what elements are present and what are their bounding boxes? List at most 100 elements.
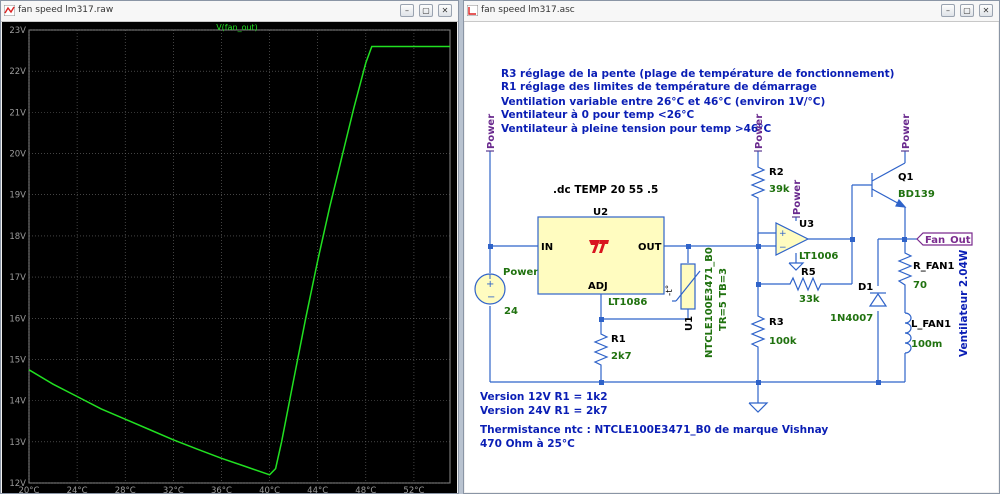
thermistor-ref[interactable]: U1 bbox=[684, 316, 695, 331]
lfan-value[interactable]: 100m bbox=[911, 339, 942, 350]
transistor-q1[interactable] bbox=[871, 162, 907, 208]
thermistor-symbol-text: -t° bbox=[665, 285, 675, 296]
waveform-window: fan speed lm317.raw – ▢ ✕ 12V 13V 14V 15V 16… bbox=[0, 0, 459, 494]
opamp-minus: − bbox=[779, 243, 787, 253]
y-tick-label[interactable]: 16V bbox=[9, 314, 26, 324]
thermistor-symbol[interactable] bbox=[672, 263, 701, 310]
power-flag-label[interactable]: Power bbox=[792, 180, 803, 215]
regulator-pin-adj: ADJ bbox=[588, 281, 608, 292]
svg-text:−: − bbox=[487, 292, 495, 303]
waveform-titlebar: fan speed lm317.raw – ▢ ✕ bbox=[1, 1, 458, 22]
close-button[interactable]: ✕ bbox=[979, 4, 993, 17]
thermistor-note: 470 Ohm à 25°C bbox=[480, 438, 575, 450]
x-tick-label[interactable]: 20°C bbox=[18, 486, 39, 493]
regulator-pin-out: OUT bbox=[638, 242, 662, 253]
fan-power-label: Ventilateur 2.04W bbox=[958, 249, 970, 357]
note-line: Ventilation variable entre 26°C et 46°C … bbox=[501, 96, 825, 108]
source-value[interactable]: 24 bbox=[504, 306, 518, 317]
r2-ref[interactable]: R2 bbox=[769, 167, 784, 178]
y-tick-label[interactable]: 14V bbox=[9, 397, 26, 407]
r2-value[interactable]: 39k bbox=[769, 184, 790, 195]
schematic-drawing[interactable]: R3 réglage de la pente (plage de tempéra… bbox=[465, 22, 1000, 493]
regulator-ref[interactable]: U2 bbox=[593, 207, 608, 218]
thermistor-params[interactable]: TR=5 TB=3 bbox=[718, 268, 729, 331]
r3-value[interactable]: 100k bbox=[769, 336, 797, 347]
waveform-plot[interactable]: 12V13V14V15V16V17V18V19V20V21V22V23V20°C… bbox=[2, 22, 457, 493]
r1-ref[interactable]: R1 bbox=[611, 334, 626, 345]
note-line: Ventilateur à 0 pour temp <26°C bbox=[501, 109, 695, 121]
resistor-rfan bbox=[897, 249, 913, 291]
x-tick-label[interactable]: 48°C bbox=[355, 486, 376, 493]
note-line: Ventilateur à pleine tension pour temp >… bbox=[501, 123, 771, 135]
y-tick-label[interactable]: 15V bbox=[9, 355, 26, 365]
opamp-model[interactable]: LT1006 bbox=[799, 251, 838, 262]
x-tick-label[interactable]: 40°C bbox=[259, 486, 280, 493]
note-line: R1 réglage des limites de température de… bbox=[501, 81, 817, 93]
net-label-flag[interactable]: Fan_Out bbox=[916, 232, 973, 246]
version-note: Version 12V R1 = 1k2 bbox=[480, 391, 608, 403]
schematic-canvas[interactable]: R3 réglage de la pente (plage de tempéra… bbox=[465, 22, 998, 492]
r3-ref[interactable]: R3 bbox=[769, 317, 784, 328]
lfan-ref[interactable]: L_FAN1 bbox=[911, 319, 951, 330]
net-label[interactable]: Fan_Out bbox=[925, 235, 971, 246]
r5-ref[interactable]: R5 bbox=[801, 267, 816, 278]
x-tick-label[interactable]: 44°C bbox=[307, 486, 328, 493]
y-tick-label[interactable]: 20V bbox=[9, 150, 26, 160]
schematic-window: fan speed lm317.asc – ▢ ✕ R3 réglage de … bbox=[463, 0, 1000, 494]
maximize-button[interactable]: ▢ bbox=[960, 4, 974, 17]
r5-value[interactable]: 33k bbox=[799, 294, 820, 305]
y-tick-label[interactable]: 13V bbox=[9, 438, 26, 448]
close-icon: ✕ bbox=[441, 6, 449, 15]
d1-ref[interactable]: D1 bbox=[858, 282, 873, 293]
r1-value[interactable]: 2k7 bbox=[611, 351, 632, 362]
power-flags bbox=[486, 150, 909, 218]
resistor-r2 bbox=[750, 163, 766, 201]
minimize-icon: – bbox=[946, 6, 950, 15]
trace-title[interactable]: V(fan_out) bbox=[216, 23, 258, 32]
spice-directive[interactable]: .dc TEMP 20 55 .5 bbox=[553, 184, 658, 196]
y-tick-label[interactable]: 23V bbox=[9, 26, 26, 36]
resistor-r5 bbox=[786, 276, 826, 292]
power-flag-label[interactable]: Power bbox=[901, 114, 912, 149]
schematic-app-icon bbox=[467, 5, 478, 16]
rfan-ref[interactable]: R_FAN1 bbox=[913, 261, 954, 272]
q1-model[interactable]: BD139 bbox=[898, 189, 935, 200]
close-button[interactable]: ✕ bbox=[438, 4, 452, 17]
opamp-plus: + bbox=[779, 229, 787, 239]
power-flag-label[interactable]: Power bbox=[754, 114, 765, 149]
waveform-content: 12V 13V 14V 15V 16V 17V 18V 19V 20V 21V 22V 23V 20°C… bbox=[2, 22, 457, 493]
resistor-r3 bbox=[750, 313, 766, 349]
y-tick-label[interactable]: 19V bbox=[9, 191, 26, 201]
note-line: R3 réglage de la pente (plage de tempéra… bbox=[501, 68, 894, 80]
version-note: Version 24V R1 = 2k7 bbox=[480, 405, 608, 417]
y-tick-label[interactable]: 21V bbox=[9, 108, 26, 118]
power-flag-label[interactable]: Power bbox=[486, 114, 497, 149]
x-tick-label[interactable]: 52°C bbox=[403, 486, 424, 493]
minimize-icon: – bbox=[405, 6, 409, 15]
d1-model[interactable]: 1N4007 bbox=[830, 313, 873, 324]
rfan-value[interactable]: 70 bbox=[913, 280, 927, 291]
opamp-ref[interactable]: U3 bbox=[799, 219, 814, 230]
voltage-source[interactable]: + − bbox=[474, 273, 506, 305]
y-tick-label[interactable]: 22V bbox=[9, 67, 26, 77]
x-tick-label[interactable]: 32°C bbox=[163, 486, 184, 493]
y-tick-label[interactable]: 17V bbox=[9, 273, 26, 283]
diode-d1[interactable] bbox=[868, 292, 888, 307]
close-icon: ✕ bbox=[982, 6, 990, 15]
x-tick-label[interactable]: 28°C bbox=[115, 486, 136, 493]
x-tick-label[interactable]: 36°C bbox=[211, 486, 232, 493]
y-tick-label[interactable]: 18V bbox=[9, 232, 26, 242]
minimize-button[interactable]: – bbox=[941, 4, 955, 17]
restore-icon: ▢ bbox=[963, 6, 971, 15]
regulator-pin-in: IN bbox=[541, 242, 553, 253]
thermistor-model[interactable]: NTCLE100E3471_B0 bbox=[704, 247, 715, 358]
restore-icon: ▢ bbox=[422, 6, 430, 15]
maximize-button[interactable]: ▢ bbox=[419, 4, 433, 17]
schematic-titlebar: fan speed lm317.asc – ▢ ✕ bbox=[464, 1, 999, 22]
minimize-button[interactable]: – bbox=[400, 4, 414, 17]
regulator-model[interactable]: LT1086 bbox=[608, 297, 647, 308]
thermistor-note: Thermistance ntc : NTCLE100E3471_B0 de m… bbox=[480, 424, 828, 436]
x-tick-label[interactable]: 24°C bbox=[67, 486, 88, 493]
q1-ref[interactable]: Q1 bbox=[898, 172, 914, 183]
source-name[interactable]: Power bbox=[503, 267, 538, 278]
